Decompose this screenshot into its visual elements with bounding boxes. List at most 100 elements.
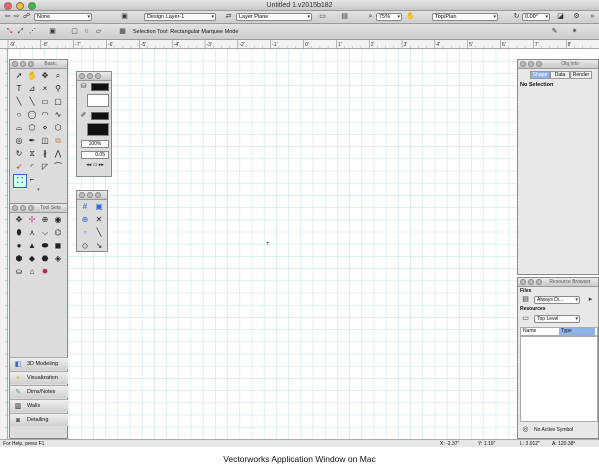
clip-tool-icon[interactable]: ⌒ [52,161,64,173]
snap-grid-icon[interactable]: # [79,201,91,213]
helix-tool-icon[interactable]: ◈ [52,253,64,265]
rotate-tool-icon[interactable]: ↻ [13,148,25,160]
symbol-tool-icon[interactable]: ⚲ [52,83,64,95]
double-line-tool-icon[interactable]: ⋄ [39,122,51,134]
snap-icon[interactable]: ✎ [550,28,559,36]
tool-set-walls[interactable]: ▥ Walls [10,399,68,412]
menu-icon[interactable]: » [588,13,597,21]
zoom-dropdown[interactable]: 75% [376,13,402,21]
poly-icon[interactable]: ▱ [94,28,103,36]
dim-line-tool-icon[interactable]: ╲ [26,96,38,108]
shell-tool-icon[interactable]: ⌬ [52,227,64,239]
pen-icon[interactable]: ✐ [79,112,88,120]
split-tool-icon[interactable]: ∦ [39,148,51,160]
fill-style-dropdown[interactable] [91,83,109,91]
marquee-icon[interactable]: ▢ [70,28,79,36]
surface-tool-icon[interactable]: ◆ [26,253,38,265]
layer-plane-icon[interactable]: ⇄ [224,13,233,21]
close-window-icon[interactable] [4,2,12,10]
rect-marquee-icon[interactable]: ▣ [48,28,57,36]
oval-tool-icon[interactable]: ◯ [26,109,38,121]
views-icon[interactable]: ☍ [22,13,31,21]
zoom-tool-icon[interactable]: ⌕ [52,70,64,82]
callout-tool-icon[interactable]: ⊿ [26,83,38,95]
tool-set-dims-notes[interactable]: ✎ Dims/Notes [10,385,68,398]
offset-tool-icon[interactable]: ⧉ [52,135,64,147]
transform-mode-icon[interactable]: ⤢ [16,28,25,36]
polygon-tool-icon[interactable]: ⬠ [26,122,38,134]
snap-tangent-icon[interactable]: ↘ [93,240,105,252]
back-icon[interactable]: ⇦ [3,13,12,21]
rotate-icon[interactable]: ↻ [512,13,521,21]
minimize-window-icon[interactable] [15,2,24,10]
cone-tool-icon[interactable]: ▲ [26,240,38,252]
snap-distance-icon[interactable]: ▫ [79,227,91,239]
opacity-field[interactable]: 100% [81,140,109,148]
tab-shape[interactable]: Shape [530,71,550,79]
loft-tool-icon[interactable]: ⌵ [39,227,51,239]
hand-icon[interactable]: ✋ [406,13,415,21]
selection-tool-icon[interactable]: ➚ [13,70,25,82]
tab-data[interactable]: Data [550,71,570,79]
col-name[interactable]: Name [523,328,536,335]
house-tool-icon[interactable]: ⌂ [26,266,38,278]
reshape-tool-icon[interactable]: ➶ [13,161,25,173]
nurbs-tool-icon[interactable]: ⋏ [26,227,38,239]
line-weight-field[interactable]: 0.05 [81,151,109,159]
circle-tool-icon[interactable]: ○ [13,109,25,121]
attribute-tool-icon[interactable]: ◫ [39,135,51,147]
fill-bucket-icon[interactable]: ⛁ [79,83,88,91]
render-icon[interactable]: ◪ [556,13,565,21]
forward-icon[interactable]: ⇨ [12,13,21,21]
extrude-tool-icon[interactable]: ✥ [13,214,25,226]
rectangle-tool-icon[interactable]: ▭ [39,96,51,108]
lasso-icon[interactable]: ○ [82,28,91,36]
gear-icon[interactable]: ⚙ [572,13,581,21]
push-pull-tool-icon[interactable]: ✣ [26,214,38,226]
pen-swatch[interactable] [87,123,109,136]
connect-tool-icon[interactable]: ⋀ [52,148,64,160]
mode-dots-icon[interactable]: ⋰ [28,28,37,36]
rotation-field[interactable]: 0.00° [522,13,550,21]
fillet-tool-icon[interactable]: ◜ [26,161,38,173]
locus-tool-icon[interactable]: × [39,83,51,95]
spiral-tool-icon[interactable]: ◎ [13,135,25,147]
pen-style-dropdown[interactable] [91,112,109,120]
snap-edge-icon[interactable]: ◇ [79,240,91,252]
arc-tool-icon[interactable]: ◠ [39,109,51,121]
mirror-tool-icon[interactable]: ⧖ [26,148,38,160]
sphere-tool-icon[interactable]: ● [13,240,25,252]
eyedropper-tool-icon[interactable]: ✒ [26,135,38,147]
settings-mode-icon[interactable]: ▦ [118,28,127,36]
level-dropdown[interactable]: Top Level [534,315,580,323]
sweep-tool-icon[interactable]: ◉ [52,214,64,226]
arrowheads-control[interactable]: ◂◂ ▭ ▸▸ [81,162,109,169]
zoom-icon[interactable]: ⌕ [366,13,375,21]
pan-tool-icon[interactable]: ✋ [26,70,38,82]
regular-polygon-tool-icon[interactable]: ⬡ [52,122,64,134]
snap-intersection-icon[interactable]: ✕ [93,214,105,226]
line-tool-icon[interactable]: ╲ [13,96,25,108]
file-arrow-icon[interactable]: ▸ [586,296,595,304]
cylinder-tool-icon[interactable]: ⬬ [39,240,51,252]
chair-tool-icon[interactable]: ⛀ [13,266,25,278]
fill-swatch[interactable] [87,94,109,107]
solid-tool-icon[interactable]: ⬮ [13,227,25,239]
tool-set-3d-modeling[interactable]: ◧ 3D Modeling [10,357,68,370]
flyover-tool-icon[interactable]: ✥ [39,70,51,82]
tool-set-visualization[interactable]: ✧ Visualization [10,371,68,384]
files-dropdown[interactable]: Always Di... [534,296,580,304]
selection-mode-icon[interactable]: ⤡ [5,28,14,36]
document-icon[interactable]: ▭ [318,13,327,21]
cube-tool-icon[interactable]: ◼ [52,240,64,252]
polyline-tool-icon[interactable]: ⌓ [13,122,25,134]
move-3d-tool-icon[interactable]: ⊕ [39,214,51,226]
visibility-tool-icon[interactable]: ⛶ [13,174,27,188]
snap-object-icon[interactable]: ▣ [93,201,105,213]
trim-tool-icon[interactable]: ⌐ [26,174,38,186]
view-dropdown-topplan[interactable]: Top/Plan [432,13,498,21]
snap-angle-icon[interactable]: ⊕ [79,214,91,226]
snap-smart-point-icon[interactable]: ╲ [93,227,105,239]
design-layer-dropdown[interactable]: Design Layer-1 [144,13,216,21]
tab-render[interactable]: Render [570,71,592,79]
